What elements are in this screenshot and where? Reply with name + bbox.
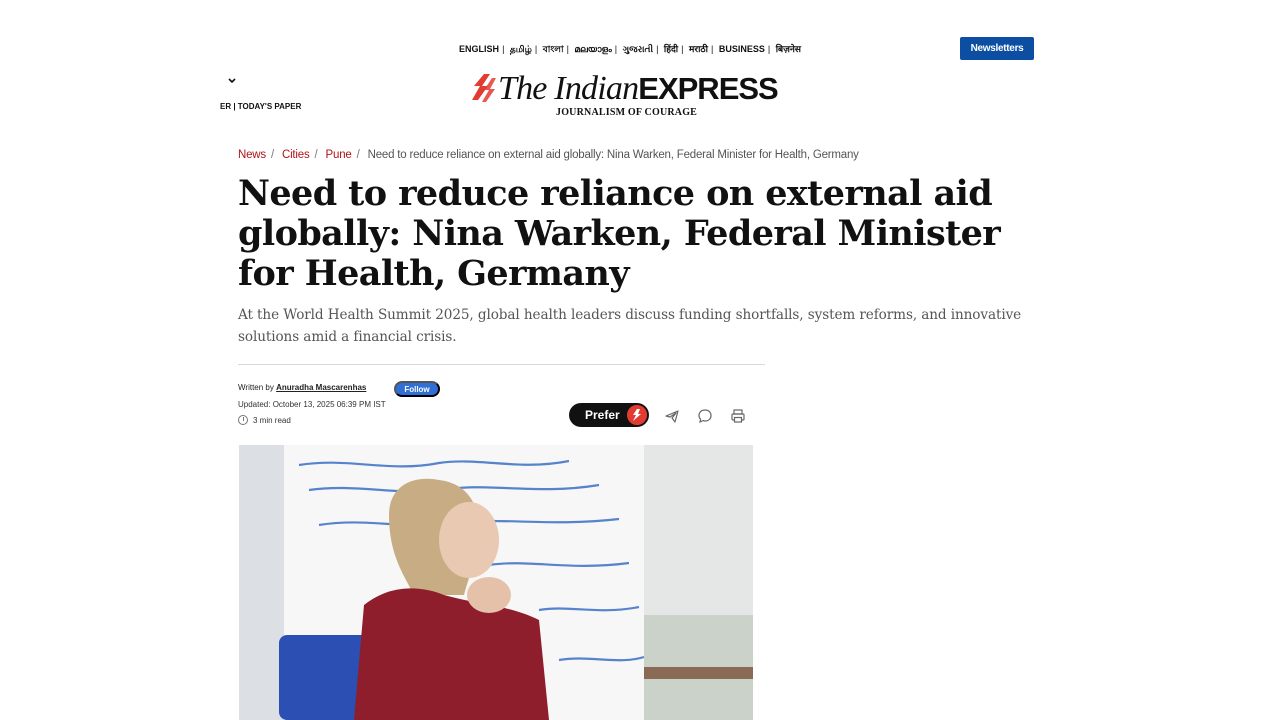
follow-button[interactable]: Follow — [394, 381, 440, 397]
breadcrumb-news[interactable]: News — [238, 149, 266, 161]
lang-gujarati[interactable]: ગુજરાતી — [620, 44, 656, 55]
author-link[interactable]: Anuradha Mascarenhas — [276, 383, 366, 392]
lang-tamil[interactable]: தமிழ் — [507, 44, 535, 56]
comment-icon[interactable] — [697, 408, 713, 424]
lang-bangla[interactable]: বাংলা — [540, 42, 567, 57]
chevron-down-icon[interactable] — [227, 76, 237, 86]
site-logo[interactable]: The IndianEXPRESS JOURNALISM OF COURAGE — [470, 70, 790, 122]
subnav-todays-paper[interactable]: ER | TODAY'S PAPER — [220, 102, 301, 111]
telegram-icon[interactable] — [664, 408, 680, 424]
lang-hindi[interactable]: हिंदी — [661, 42, 681, 55]
read-time-label: 3 min read — [253, 415, 291, 425]
divider — [238, 364, 765, 365]
print-icon[interactable] — [730, 408, 746, 424]
logo-mark-icon — [472, 74, 496, 102]
lang-business[interactable]: BUSINESS — [716, 44, 768, 54]
byline: Written by Anuradha Mascarenhas — [238, 383, 366, 392]
logo-tagline: JOURNALISM OF COURAGE — [556, 107, 698, 118]
breadcrumb: News / Cities / Pune / Need to reduce relia… — [238, 149, 859, 161]
byline-prefix: Written by — [238, 383, 277, 392]
article-headline: Need to reduce reliance on external aid … — [238, 173, 1001, 294]
language-bar: ENGLISH | தமிழ் | বাংলা | മലയാളം | ગુજરાતી | … — [0, 42, 1260, 57]
breadcrumb-current: Need to reduce reliance on external aid … — [367, 149, 859, 161]
logo-wordmark: The IndianEXPRESS — [498, 70, 779, 107]
lang-english[interactable]: ENGLISH — [456, 44, 502, 54]
lang-malayalam[interactable]: മലയാളം — [571, 44, 614, 55]
newsletters-button[interactable]: Newsletters — [960, 37, 1034, 60]
clock-icon — [238, 415, 248, 425]
google-prefer-icon — [627, 405, 647, 425]
breadcrumb-cities[interactable]: Cities — [282, 149, 310, 161]
updated-timestamp: Updated: October 13, 2025 06:39 PM IST — [238, 400, 386, 409]
article-hero-image — [239, 445, 753, 720]
lang-marathi[interactable]: मराठी — [686, 42, 711, 55]
breadcrumb-pune[interactable]: Pune — [326, 149, 352, 161]
read-time: 3 min read — [238, 415, 291, 425]
prefer-button[interactable]: Prefer — [569, 403, 649, 427]
prefer-label: Prefer — [585, 408, 620, 422]
lang-business-hindi[interactable]: बिज़नेस — [773, 42, 804, 55]
article-summary: At the World Health Summit 2025, global … — [238, 307, 1022, 345]
